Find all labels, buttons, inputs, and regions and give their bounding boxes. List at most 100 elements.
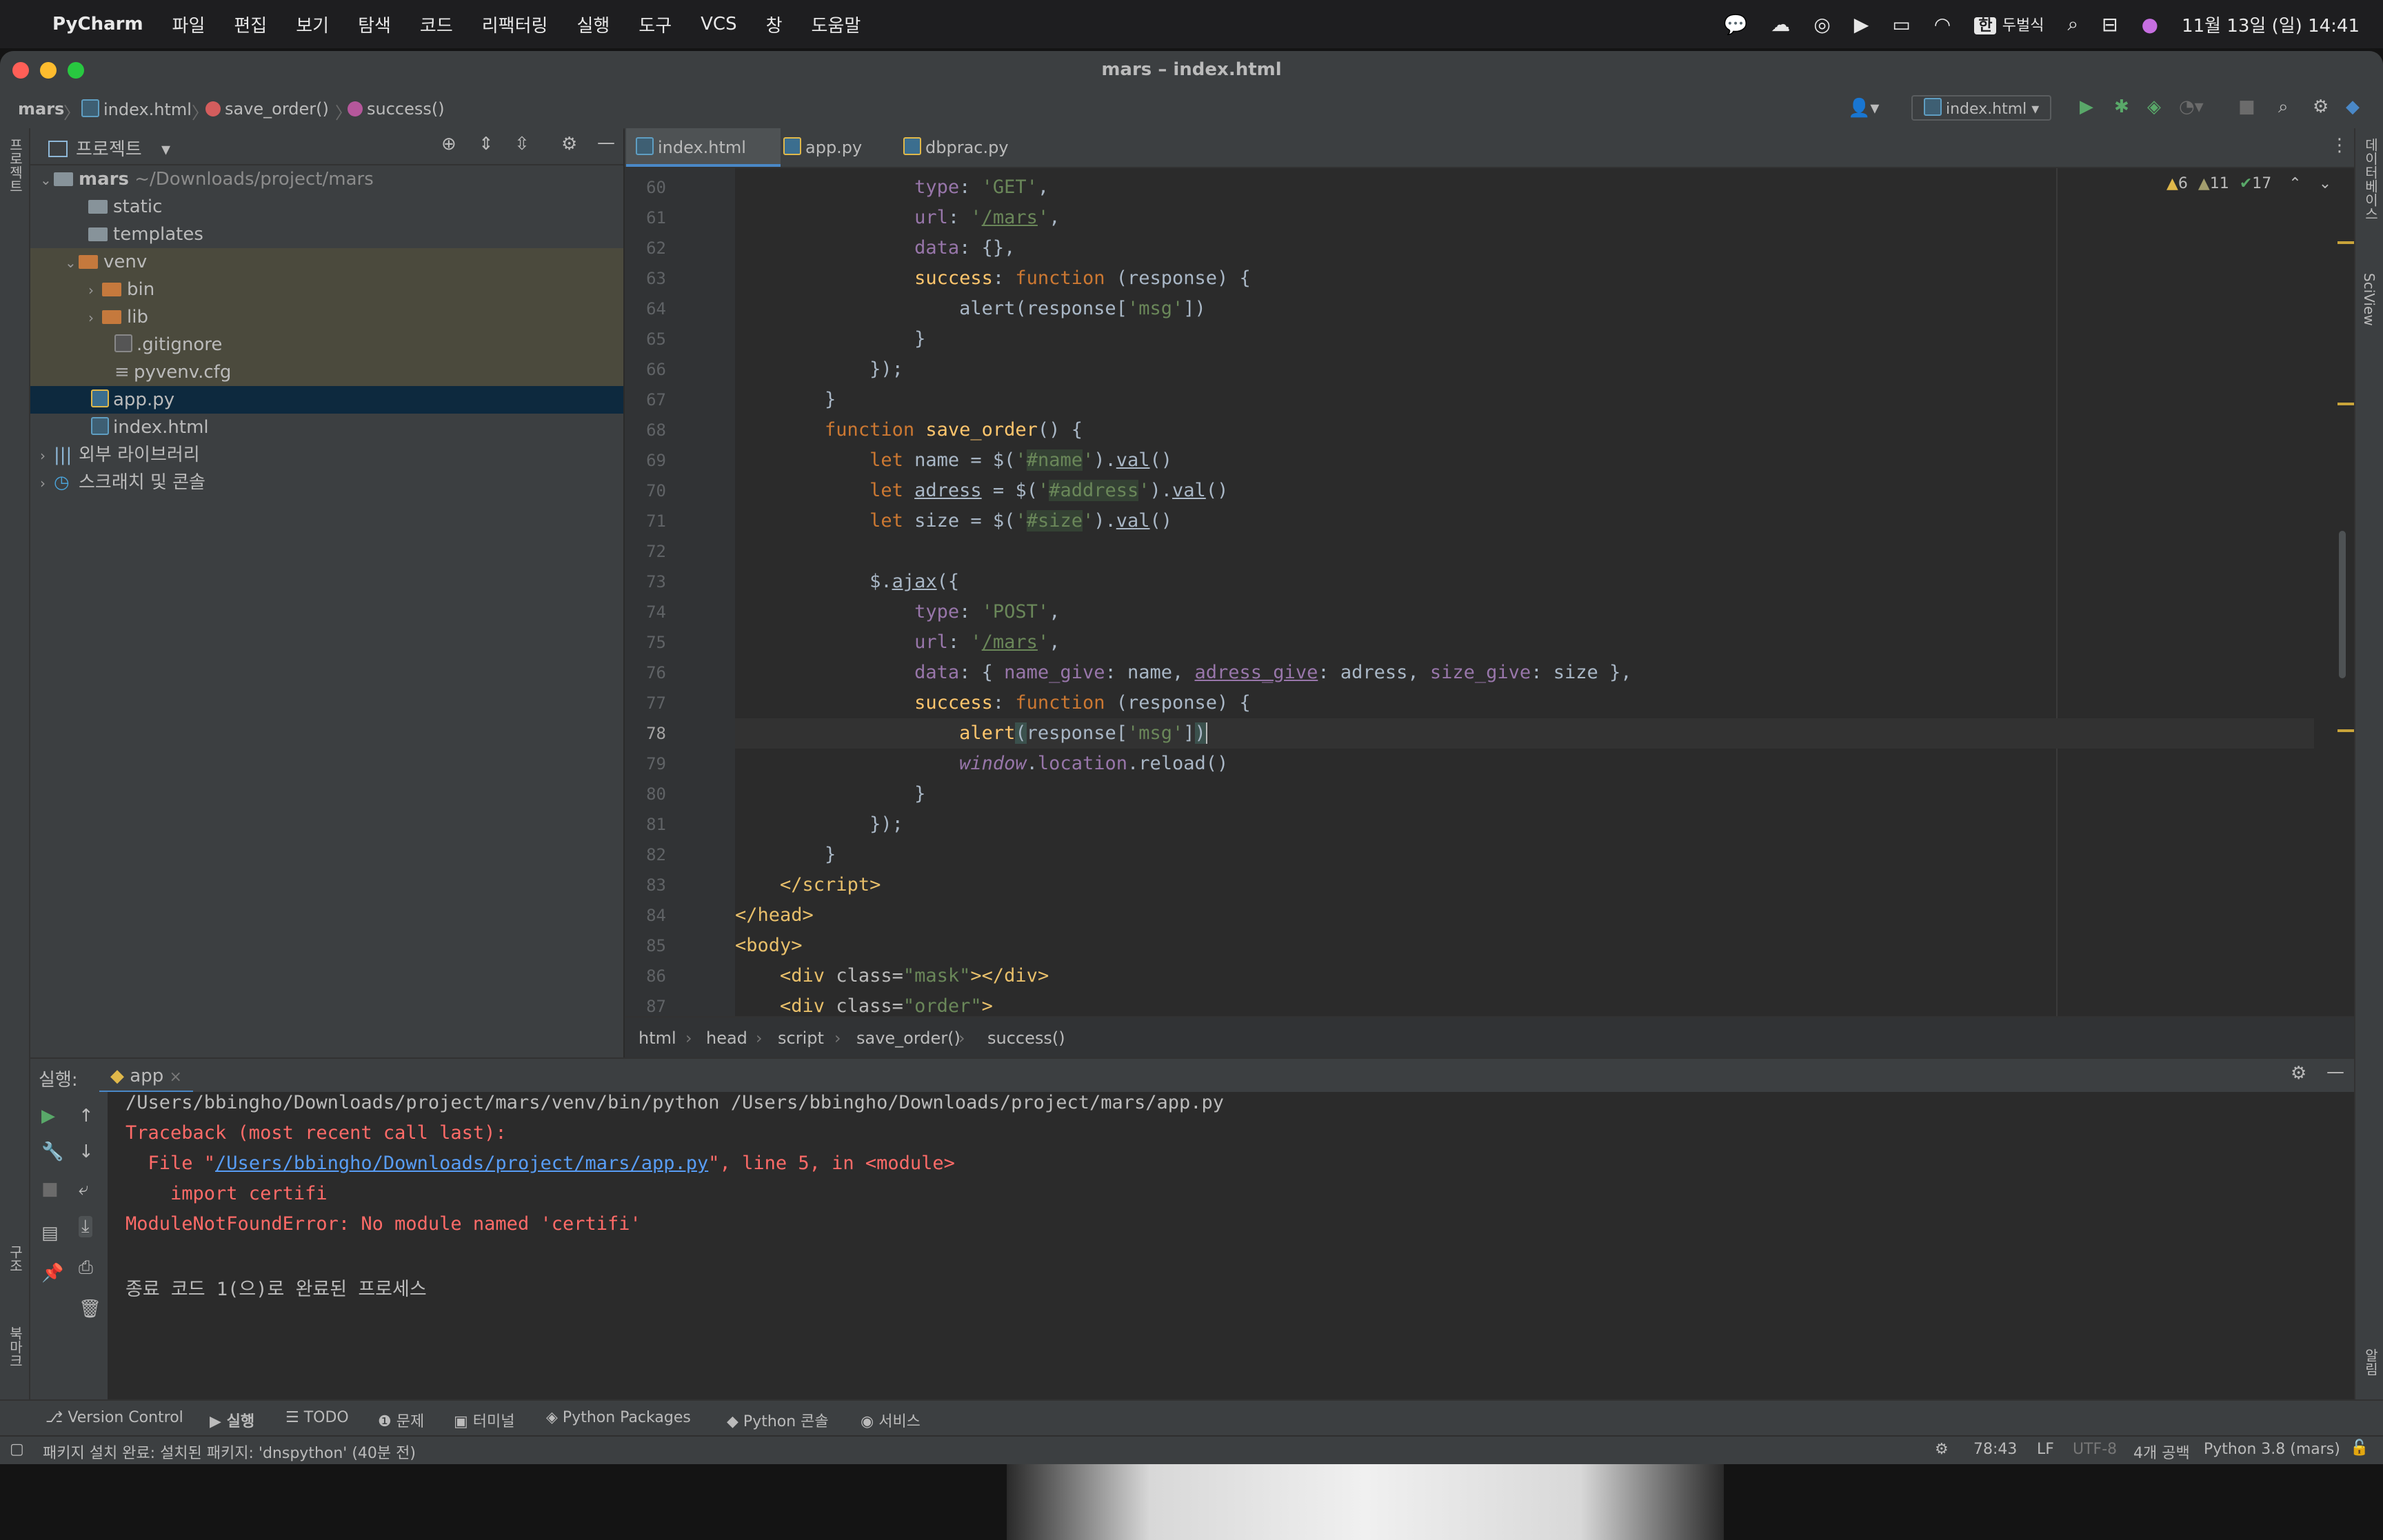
- tree-item-gitignore[interactable]: .gitignore: [30, 331, 707, 358]
- wrench-icon[interactable]: 🔧: [41, 1142, 63, 1162]
- stop-icon[interactable]: ■: [2238, 97, 2255, 117]
- project-view-select[interactable]: 프로젝트 ▾: [48, 135, 170, 161]
- nav-crumb-method[interactable]: success(): [348, 99, 445, 119]
- menu-refactor[interactable]: 리팩터링: [482, 12, 548, 37]
- debug-icon[interactable]: ✱: [2114, 97, 2129, 117]
- chat-icon[interactable]: 💬: [1723, 13, 1747, 36]
- menu-view[interactable]: 보기: [296, 12, 329, 37]
- stop-process-icon[interactable]: ■: [41, 1179, 59, 1199]
- cloud-icon[interactable]: ☁: [1771, 13, 1790, 36]
- control-center-icon[interactable]: ⊟: [2102, 13, 2118, 36]
- tool-terminal[interactable]: ▣ 터미널: [454, 1409, 515, 1431]
- editor-scrollbar-thumb[interactable]: [2339, 531, 2346, 678]
- tree-item-external-libraries[interactable]: › ||| 외부 라이브러리: [30, 441, 633, 469]
- menu-app-name[interactable]: PyCharm: [52, 14, 143, 34]
- background-tasks-icon[interactable]: ⚙: [1935, 1441, 1949, 1458]
- account-icon[interactable]: 👤▾: [1848, 98, 1879, 119]
- tree-item-mars[interactable]: ⌄ mars ~/Downloads/project/mars: [30, 165, 633, 193]
- tree-item-index-html[interactable]: index.html: [30, 414, 684, 441]
- breadcrumb-save-order[interactable]: save_order(): [856, 1029, 961, 1048]
- tree-item-static[interactable]: static: [30, 193, 681, 221]
- up-arrow-icon[interactable]: ↑: [79, 1106, 94, 1126]
- menu-file[interactable]: 파일: [172, 12, 205, 37]
- breadcrumb-script[interactable]: script: [778, 1029, 824, 1048]
- sciview-tool-button[interactable]: SciView: [2361, 273, 2377, 326]
- chevron-up-icon[interactable]: ⌃: [2289, 175, 2301, 192]
- coverage-icon[interactable]: ◈: [2147, 97, 2161, 117]
- menu-edit[interactable]: 편집: [234, 12, 267, 37]
- tab-dbprac-py[interactable]: dbprac.py ×: [894, 128, 1037, 196]
- search-everywhere-icon[interactable]: ⌕: [2278, 97, 2289, 118]
- status-message[interactable]: 패키지 설치 완료: 설치된 패키지: 'dnspython' (40분 전): [43, 1441, 416, 1463]
- menu-window[interactable]: 창: [766, 12, 783, 37]
- tree-item-lib[interactable]: › lib: [30, 303, 681, 331]
- nav-crumb-project[interactable]: mars: [18, 99, 64, 119]
- tree-item-templates[interactable]: templates: [30, 221, 681, 248]
- menu-tools[interactable]: 도구: [639, 12, 672, 37]
- menu-help[interactable]: 도움말: [812, 12, 861, 37]
- breadcrumb-head[interactable]: head: [706, 1029, 747, 1048]
- lock-icon[interactable]: 🔓: [2350, 1439, 2369, 1457]
- tool-services[interactable]: ◉ 서비스: [861, 1409, 921, 1431]
- hide-run-panel-icon[interactable]: —: [2326, 1062, 2344, 1082]
- run-panel-settings-icon[interactable]: ⚙: [2291, 1063, 2306, 1084]
- menu-code[interactable]: 코드: [420, 12, 453, 37]
- breadcrumb-html[interactable]: html: [639, 1029, 676, 1048]
- inspection-widget[interactable]: ▲6 ▲11 ✔17 ⌃ ⌄: [2166, 175, 2331, 192]
- tool-problems[interactable]: ❶ 문제: [378, 1409, 424, 1431]
- indent-setting[interactable]: 4개 공백: [2133, 1441, 2190, 1463]
- file-encoding[interactable]: UTF-8: [2073, 1441, 2117, 1458]
- tab-index-html[interactable]: index.html ×: [626, 128, 781, 196]
- creative-cloud-icon[interactable]: ◎: [1813, 13, 1830, 36]
- nav-crumb-function[interactable]: save_order(): [205, 99, 329, 119]
- menu-navigate[interactable]: 탐색: [358, 12, 391, 37]
- spotlight-search-icon[interactable]: ⌕: [2067, 12, 2078, 36]
- clear-console-trash-icon[interactable]: 🗑: [79, 1299, 101, 1319]
- caret-position[interactable]: 78:43: [1973, 1441, 2017, 1458]
- menu-vcs[interactable]: VCS: [701, 14, 736, 34]
- menu-clock[interactable]: 11월 13일 (일) 14:41: [2182, 12, 2360, 37]
- tool-todo[interactable]: ☰ TODO: [285, 1409, 349, 1426]
- notifications-tool-button[interactable]: 알림: [2361, 1348, 2381, 1376]
- locate-file-icon[interactable]: ⊕: [441, 134, 456, 154]
- down-arrow-icon[interactable]: ↓: [79, 1142, 94, 1162]
- line-separator[interactable]: LF: [2037, 1441, 2054, 1458]
- python-interpreter[interactable]: Python 3.8 (mars): [2204, 1441, 2340, 1458]
- close-tab-icon[interactable]: ×: [169, 1068, 181, 1086]
- tree-item-app-py[interactable]: app.py: [30, 386, 684, 414]
- tree-item-bin[interactable]: › bin: [30, 276, 681, 303]
- hide-panel-icon[interactable]: —: [597, 132, 615, 153]
- run-icon[interactable]: ▶: [2080, 97, 2093, 117]
- tree-item-pyvenv-cfg[interactable]: ≡ pyvenv.cfg: [30, 358, 707, 386]
- more-tabs-icon[interactable]: ⋮: [2331, 135, 2349, 156]
- status-toggle-icon[interactable]: ▢: [10, 1441, 24, 1458]
- panel-options-gear-icon[interactable]: ⚙: [561, 134, 577, 154]
- tool-version-control[interactable]: ⎇ Version Control: [46, 1409, 183, 1426]
- run-configuration-select[interactable]: index.html ▾: [1911, 95, 2052, 121]
- rerun-icon[interactable]: ▶: [41, 1106, 55, 1126]
- collapse-all-icon[interactable]: ⇳: [514, 134, 530, 154]
- structure-tool-button[interactable]: 구조: [6, 1245, 26, 1273]
- tool-python-console[interactable]: ◆ Python 콘솔: [727, 1409, 829, 1431]
- input-source[interactable]: 한 두벌식: [1974, 13, 2044, 35]
- battery-icon[interactable]: ▭: [1892, 13, 1910, 36]
- wifi-icon[interactable]: ◠: [1934, 13, 1951, 36]
- print-icon[interactable]: ⎙: [79, 1257, 93, 1279]
- run-tab-app[interactable]: ◆ app ×: [99, 1062, 193, 1093]
- pin-tab-icon[interactable]: 📌: [41, 1263, 63, 1284]
- scroll-to-end-icon[interactable]: ⤓: [79, 1216, 92, 1237]
- tree-item-scratches[interactable]: › ◷ 스크래치 및 콘솔: [30, 469, 633, 496]
- profile-icon[interactable]: ◔▾: [2179, 97, 2204, 117]
- tab-app-py[interactable]: app.py ×: [774, 128, 896, 196]
- database-tool-button[interactable]: 데이터베이스: [2361, 138, 2381, 221]
- siri-icon[interactable]: ●: [2142, 13, 2158, 36]
- breadcrumb-success[interactable]: success(): [987, 1029, 1065, 1048]
- chevron-down-icon[interactable]: ⌄: [2319, 175, 2331, 192]
- settings-gear-icon[interactable]: ⚙: [2313, 97, 2329, 117]
- layout-icon[interactable]: ▤: [41, 1223, 59, 1244]
- expand-all-icon[interactable]: ⇕: [479, 134, 494, 154]
- tree-item-venv[interactable]: ⌄ venv: [30, 248, 658, 276]
- bookmarks-tool-button[interactable]: 북마크: [6, 1326, 26, 1368]
- tool-run[interactable]: ▶ 실행: [210, 1409, 254, 1431]
- console-file-link[interactable]: /Users/bbingho/Downloads/project/mars/ap…: [215, 1153, 708, 1174]
